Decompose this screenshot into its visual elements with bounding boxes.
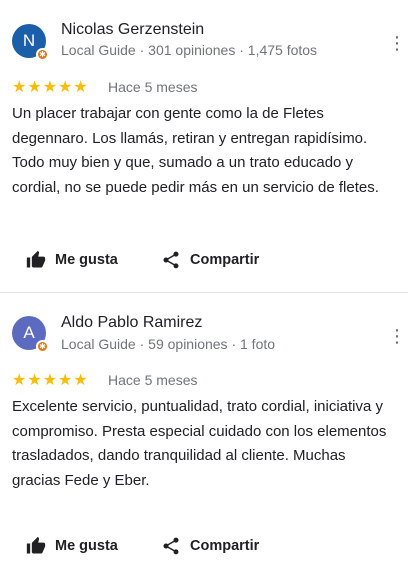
share-icon: [161, 536, 181, 556]
star-rating: ★★★★★: [12, 372, 89, 389]
review-text: Excelente servicio, puntualidad, trato c…: [12, 398, 387, 489]
avatar-initial: N: [22, 31, 36, 50]
review-card: N ✱ Nicolas Gerzenstein Local Guide · 30…: [0, 0, 408, 292]
reviewer-name[interactable]: Aldo Pablo Ramirez: [61, 314, 202, 332]
more-vert-icon[interactable]: ⋮: [388, 33, 406, 53]
share-label: Compartir: [190, 538, 260, 554]
reviewer-meta: Local Guide · 301 opiniones · 1,475 foto…: [61, 42, 318, 58]
share-label: Compartir: [190, 252, 260, 268]
like-label: Me gusta: [55, 252, 118, 268]
avatar[interactable]: A ✱: [12, 316, 49, 353]
like-button[interactable]: Me gusta: [26, 250, 118, 270]
thumbs-up-icon: [26, 250, 46, 270]
like-label: Me gusta: [55, 538, 118, 554]
review-card: A ✱ Aldo Pablo Ramirez Local Guide · 59 …: [0, 292, 408, 584]
more-vert-icon[interactable]: ⋮: [388, 326, 406, 346]
reviewer-name[interactable]: Nicolas Gerzenstein: [61, 21, 204, 39]
share-icon: [161, 250, 181, 270]
like-button[interactable]: Me gusta: [26, 536, 118, 556]
local-guide-badge-icon: ✱: [36, 340, 49, 353]
avatar[interactable]: N ✱: [12, 24, 49, 61]
review-date: Hace 5 meses: [108, 372, 198, 388]
avatar-initial: A: [23, 323, 35, 342]
star-rating: ★★★★★: [12, 79, 89, 96]
local-guide-badge-icon: ✱: [36, 48, 49, 61]
review-text: Un placer trabajar con gente como la de …: [12, 105, 379, 196]
thumbs-up-icon: [26, 536, 46, 556]
share-button[interactable]: Compartir: [161, 536, 259, 556]
reviewer-meta: Local Guide · 59 opiniones · 1 foto: [61, 336, 276, 352]
review-date: Hace 5 meses: [108, 79, 198, 95]
share-button[interactable]: Compartir: [161, 250, 259, 270]
